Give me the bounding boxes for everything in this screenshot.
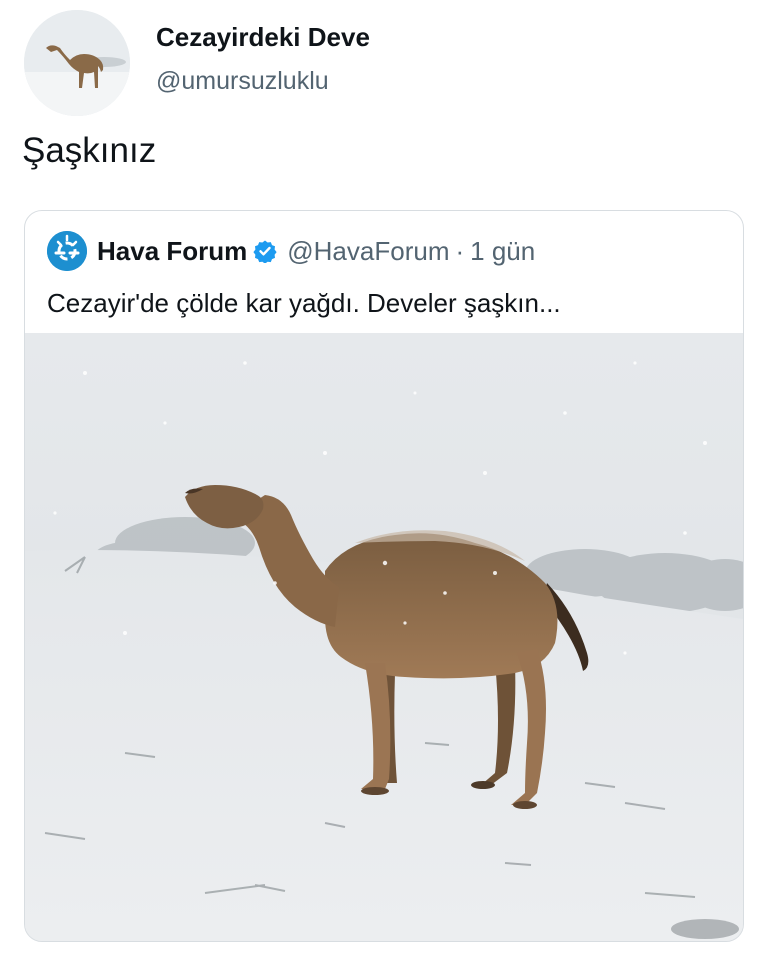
tweet-author: Cezayirdeki Deve @umursuzluklu <box>24 10 370 116</box>
quoted-author-handle[interactable]: @HavaForum <box>287 236 449 267</box>
tweet-text: Şaşkınız <box>22 131 157 170</box>
author-display-name[interactable]: Cezayirdeki Deve <box>156 20 370 54</box>
tweet-card: Cezayirdeki Deve @umursuzluklu Şaşkınız … <box>0 0 768 960</box>
quoted-author-display-name[interactable]: Hava Forum <box>97 236 247 267</box>
author-handle[interactable]: @umursuzluklu <box>156 64 370 98</box>
quoted-tweet-text: Cezayir'de çölde kar yağdı. Develer şaşk… <box>47 288 561 318</box>
camel-avatar-icon <box>24 10 130 116</box>
separator-dot: · <box>455 235 465 266</box>
quoted-tweet-time[interactable]: 1 gün <box>470 236 535 267</box>
quoted-tweet-header: Hava Forum @HavaForum · 1 gün <box>47 231 535 271</box>
verified-badge-icon <box>253 239 277 263</box>
author-avatar[interactable] <box>24 10 130 116</box>
quoted-author-avatar[interactable] <box>47 231 87 271</box>
quoted-tweet[interactable]: Hava Forum @HavaForum · 1 gün Cezayir'de… <box>24 210 744 942</box>
quoted-tweet-media[interactable] <box>25 333 743 941</box>
camel-in-snow-image <box>25 333 743 941</box>
weather-logo-icon <box>47 231 87 271</box>
